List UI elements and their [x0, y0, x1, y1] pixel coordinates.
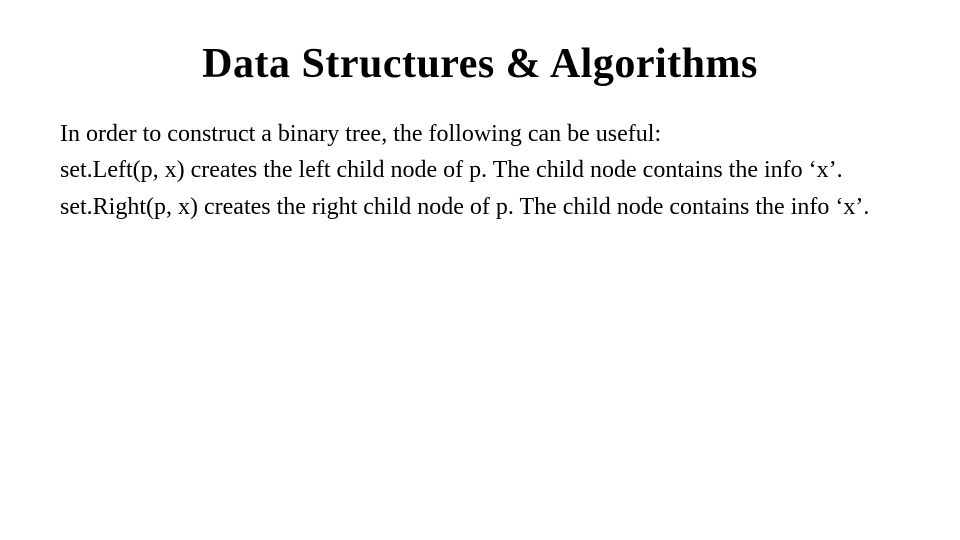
body-paragraph: set.Left(p, x) creates the left child no…	[60, 154, 900, 186]
body-paragraph: set.Right(p, x) creates the right child …	[60, 191, 900, 223]
slide-body: In order to construct a binary tree, the…	[60, 118, 900, 223]
slide-container: Data Structures & Algorithms In order to…	[0, 0, 960, 540]
slide-title: Data Structures & Algorithms	[60, 40, 900, 88]
body-paragraph: In order to construct a binary tree, the…	[60, 118, 900, 150]
